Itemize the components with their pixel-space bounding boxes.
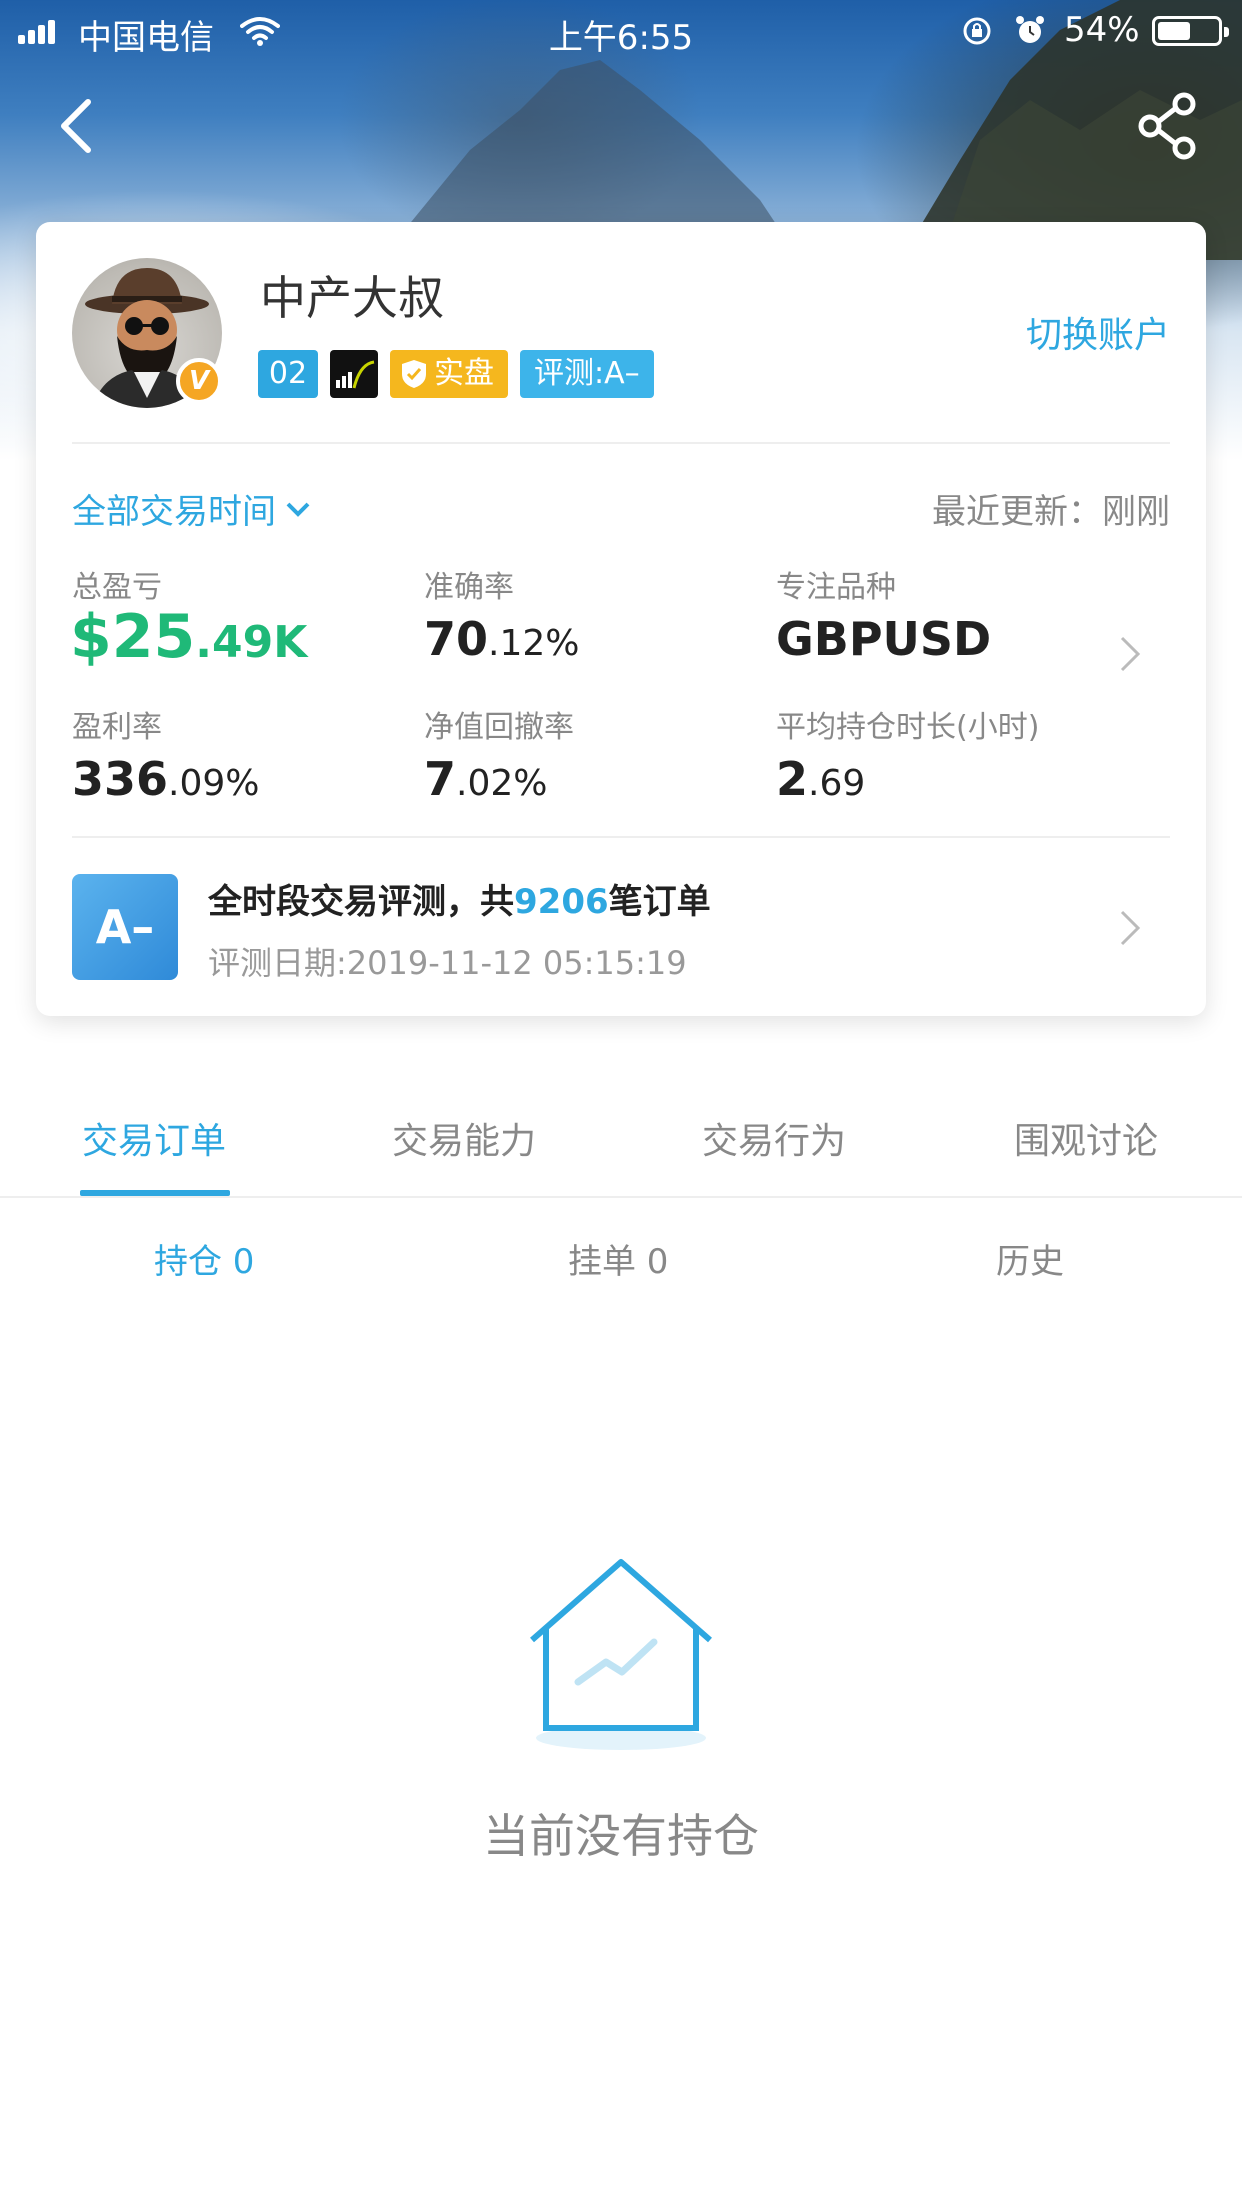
chevron-right-icon[interactable]	[1118, 908, 1142, 948]
tab-trade-ability[interactable]: 交易能力	[392, 1112, 536, 1164]
verified-v-icon: V	[176, 358, 222, 404]
order-subtabs: 持仓 0 挂单 0 历史	[0, 1226, 1242, 1296]
avg-hold-value: 2.69	[776, 752, 866, 806]
shield-check-icon	[402, 360, 426, 388]
real-account-label: 实盘	[434, 356, 494, 391]
badge-row: 02 实盘 评测:A–	[258, 350, 654, 398]
profit-rate-label: 盈利率	[72, 710, 162, 745]
drawdown-label: 净值回撤率	[424, 710, 574, 745]
focus-symbol-label: 专注品种	[776, 570, 896, 605]
time-filter-label: 全部交易时间	[72, 492, 276, 532]
accuracy-label: 准确率	[424, 570, 514, 605]
subtab-pending[interactable]: 挂单 0	[568, 1234, 668, 1283]
total-pl-value: $25.49K	[70, 602, 308, 672]
accuracy-value: 70.12%	[424, 612, 580, 666]
status-time: 上午6:55	[548, 18, 694, 58]
grade-icon: A–	[72, 874, 178, 980]
profit-rate-value: 336.09%	[72, 752, 260, 806]
empty-state-message: 当前没有持仓	[483, 1809, 759, 1863]
rotation-lock-icon	[963, 17, 991, 45]
last-update-text: 最近更新：刚刚	[932, 492, 1170, 532]
level-badge: 02	[258, 350, 318, 398]
chevron-left-icon[interactable]	[50, 96, 102, 156]
alarm-icon	[1016, 16, 1044, 43]
switch-account-link[interactable]: 切换账户	[1026, 306, 1170, 358]
subtab-positions[interactable]: 持仓 0	[154, 1234, 254, 1283]
profile-card: V 中产大叔 02 实盘 评测:A– 切换账户 全部交易时间 最近更新：刚刚 总…	[36, 222, 1206, 1016]
battery-icon	[1152, 16, 1229, 46]
share-icon[interactable]	[1138, 92, 1198, 160]
main-tabs: 交易订单 交易能力 交易行为 围观讨论	[0, 1086, 1242, 1198]
tab-trade-behavior[interactable]: 交易行为	[702, 1112, 846, 1164]
evaluation-title: 全时段交易评测，共9206笔订单	[208, 882, 711, 922]
active-tab-indicator	[80, 1190, 230, 1196]
chevron-down-icon	[286, 502, 310, 517]
rating-badge: 评测:A–	[520, 350, 654, 398]
divider	[72, 442, 1170, 444]
drawdown-value: 7.02%	[424, 752, 548, 806]
tab-trade-orders[interactable]: 交易订单	[82, 1112, 226, 1164]
total-pl-label: 总盈亏	[72, 570, 162, 605]
subtab-history[interactable]: 历史	[996, 1234, 1064, 1283]
time-filter-dropdown[interactable]: 全部交易时间	[72, 484, 310, 533]
status-bar: 中国电信 上午6:55 54%	[0, 0, 1242, 62]
house-chart-icon	[530, 1559, 712, 1750]
divider	[72, 836, 1170, 838]
avg-hold-label: 平均持仓时长(小时)	[776, 710, 1040, 745]
tab-discussion[interactable]: 围观讨论	[1014, 1112, 1158, 1164]
broker-logo-icon	[330, 350, 378, 398]
evaluation-date: 评测日期:2019-11-12 05:15:19	[208, 944, 687, 982]
focus-symbol-value: GBPUSD	[776, 612, 992, 666]
chevron-right-icon[interactable]	[1118, 634, 1142, 674]
real-account-badge: 实盘	[390, 350, 508, 398]
battery-percentage: 54%	[1064, 10, 1140, 50]
username: 中产大叔	[260, 271, 444, 325]
